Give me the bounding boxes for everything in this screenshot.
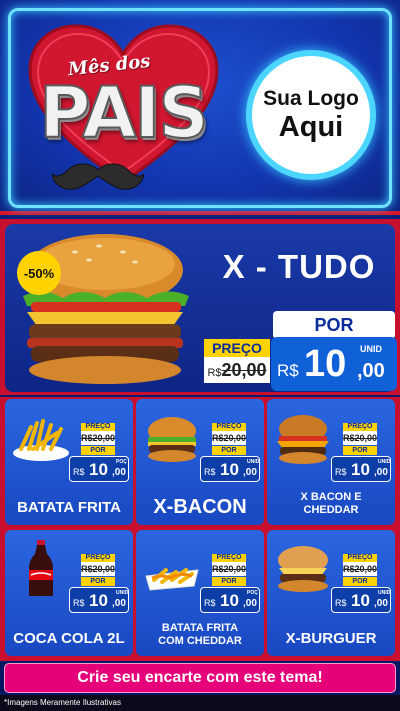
price-integer: 10 <box>351 591 370 610</box>
price-unit: UNID <box>360 344 382 354</box>
mustache-icon <box>52 163 144 190</box>
por-label: POR <box>343 577 377 586</box>
price-unit: UNID <box>378 459 391 465</box>
price-currency: R$ <box>73 598 85 608</box>
price-tag: R$ 10 UNID ,00 <box>69 587 129 613</box>
price-unit: UNID <box>116 590 129 596</box>
discount-badge: -50% <box>17 251 61 295</box>
product-card: PREÇO R$20,00 POR R$ 10 UNID ,00 X-BURGU… <box>267 530 395 656</box>
price-unit: POÇ <box>247 590 258 596</box>
old-price-prefix: R$ <box>207 367 222 379</box>
price-decimal: ,00 <box>112 598 126 609</box>
price-decimal: ,00 <box>243 467 257 478</box>
logo-line-1: Sua Logo <box>263 87 359 110</box>
old-price: R$20,00 <box>81 431 116 445</box>
old-price: R$20,00 <box>212 431 247 445</box>
featured-price: R$ 10 UNID ,00 <box>271 337 397 391</box>
por-label: POR <box>212 577 246 586</box>
price-decimal: ,00 <box>112 467 126 478</box>
header-banner: Mês dos PAIS Sua Logo Aqui <box>0 0 400 215</box>
product-grid: PREÇO R$20,00 POR R$ 10 POÇ ,00 BATATA F… <box>0 397 400 661</box>
featured-por-label: POR <box>273 311 395 339</box>
burger-image <box>278 546 328 592</box>
product-name: X BACON E CHEDDAR <box>300 491 362 516</box>
cta-button[interactable]: Crie seu encarte com este tema! <box>4 663 396 693</box>
price-integer: 10 <box>89 591 108 610</box>
price-decimal: ,00 <box>374 598 388 609</box>
featured-offer: -50% X - TUDO PREÇO R$20,00 POR R$ 10 UN… <box>0 219 400 395</box>
price-integer: 10 <box>220 591 239 610</box>
price-currency: R$ <box>73 467 85 477</box>
preco-label: PREÇO <box>343 423 377 431</box>
product-name: X-BACON <box>153 496 247 518</box>
cheddar-fries-image <box>145 568 199 591</box>
price-decimal: ,00 <box>357 360 385 382</box>
product-card: PREÇO R$20,00 POR R$ 10 UNID ,00 X BACON… <box>267 399 395 525</box>
price-tag: R$ 10 UNID ,00 <box>200 456 260 482</box>
burger-image <box>277 415 329 464</box>
featured-preco-label: PREÇO <box>204 339 270 357</box>
product-name: BATATA FRITA COM CHEDDAR <box>158 622 242 647</box>
product-card: PREÇO R$20,00 POR R$ 10 UNID ,00 X-BACON <box>136 399 264 525</box>
product-card: PREÇO R$20,00 POR R$ 10 UNID ,00 COCA CO… <box>5 530 133 656</box>
price-decimal: ,00 <box>374 467 388 478</box>
price-tag: R$ 10 UNID ,00 <box>331 587 391 613</box>
preco-label: PREÇO <box>343 554 377 562</box>
price-unit: UNID <box>247 459 260 465</box>
logo-line-2: Aqui <box>278 111 344 143</box>
price-currency: R$ <box>335 598 347 608</box>
soda-bottle-image <box>29 540 53 596</box>
old-price: R$20,00 <box>343 562 378 576</box>
preco-label: PREÇO <box>212 554 246 562</box>
product-name: X-BURGUER <box>285 630 377 647</box>
por-label: POR <box>343 446 377 455</box>
price-unit: POÇ <box>116 459 127 465</box>
price-currency: R$ <box>204 467 216 477</box>
fries-image <box>13 419 69 461</box>
product-name: BATATA FRITA <box>17 499 121 516</box>
preco-label: PREÇO <box>81 423 115 431</box>
price-currency: R$ <box>335 467 347 477</box>
old-price: R$20,00 <box>81 562 116 576</box>
preco-label: PREÇO <box>212 423 246 431</box>
featured-panel: -50% X - TUDO PREÇO R$20,00 POR R$ 10 UN… <box>5 224 397 392</box>
title-big: PAIS <box>38 71 210 155</box>
price-currency: R$ <box>277 361 299 380</box>
old-price: R$20,00 <box>343 431 378 445</box>
price-tag: R$ 10 POÇ ,00 <box>200 587 260 613</box>
featured-old-price: R$20,00 <box>204 357 270 383</box>
por-label: POR <box>212 446 246 455</box>
featured-product-name: X - TUDO <box>222 248 376 285</box>
price-unit: UNID <box>378 590 391 596</box>
product-card: PREÇO R$20,00 POR R$ 10 POÇ ,00 BATATA F… <box>136 530 264 656</box>
burger-image <box>148 417 196 462</box>
price-tag: R$ 10 POÇ ,00 <box>69 456 129 482</box>
preco-label: PREÇO <box>81 554 115 562</box>
price-integer: 10 <box>351 460 370 479</box>
flyer: Mês dos PAIS Sua Logo Aqui -50% X - TUDO… <box>0 0 400 711</box>
price-integer: 10 <box>89 460 108 479</box>
logo-placeholder: Sua Logo Aqui <box>246 50 376 180</box>
price-decimal: ,00 <box>243 598 257 609</box>
footer-note: *Imagens Meramente Ilustrativas <box>0 695 400 711</box>
price-currency: R$ <box>204 598 216 608</box>
price-integer: 10 <box>304 343 347 385</box>
por-label: POR <box>81 446 115 455</box>
old-price-value: 20,00 <box>221 360 267 380</box>
price-integer: 10 <box>220 460 239 479</box>
old-price: R$20,00 <box>212 562 247 576</box>
por-label: POR <box>81 577 115 586</box>
price-tag: R$ 10 UNID ,00 <box>331 456 391 482</box>
product-card: PREÇO R$20,00 POR R$ 10 POÇ ,00 BATATA F… <box>5 399 133 525</box>
product-name: COCA COLA 2L <box>13 630 125 647</box>
